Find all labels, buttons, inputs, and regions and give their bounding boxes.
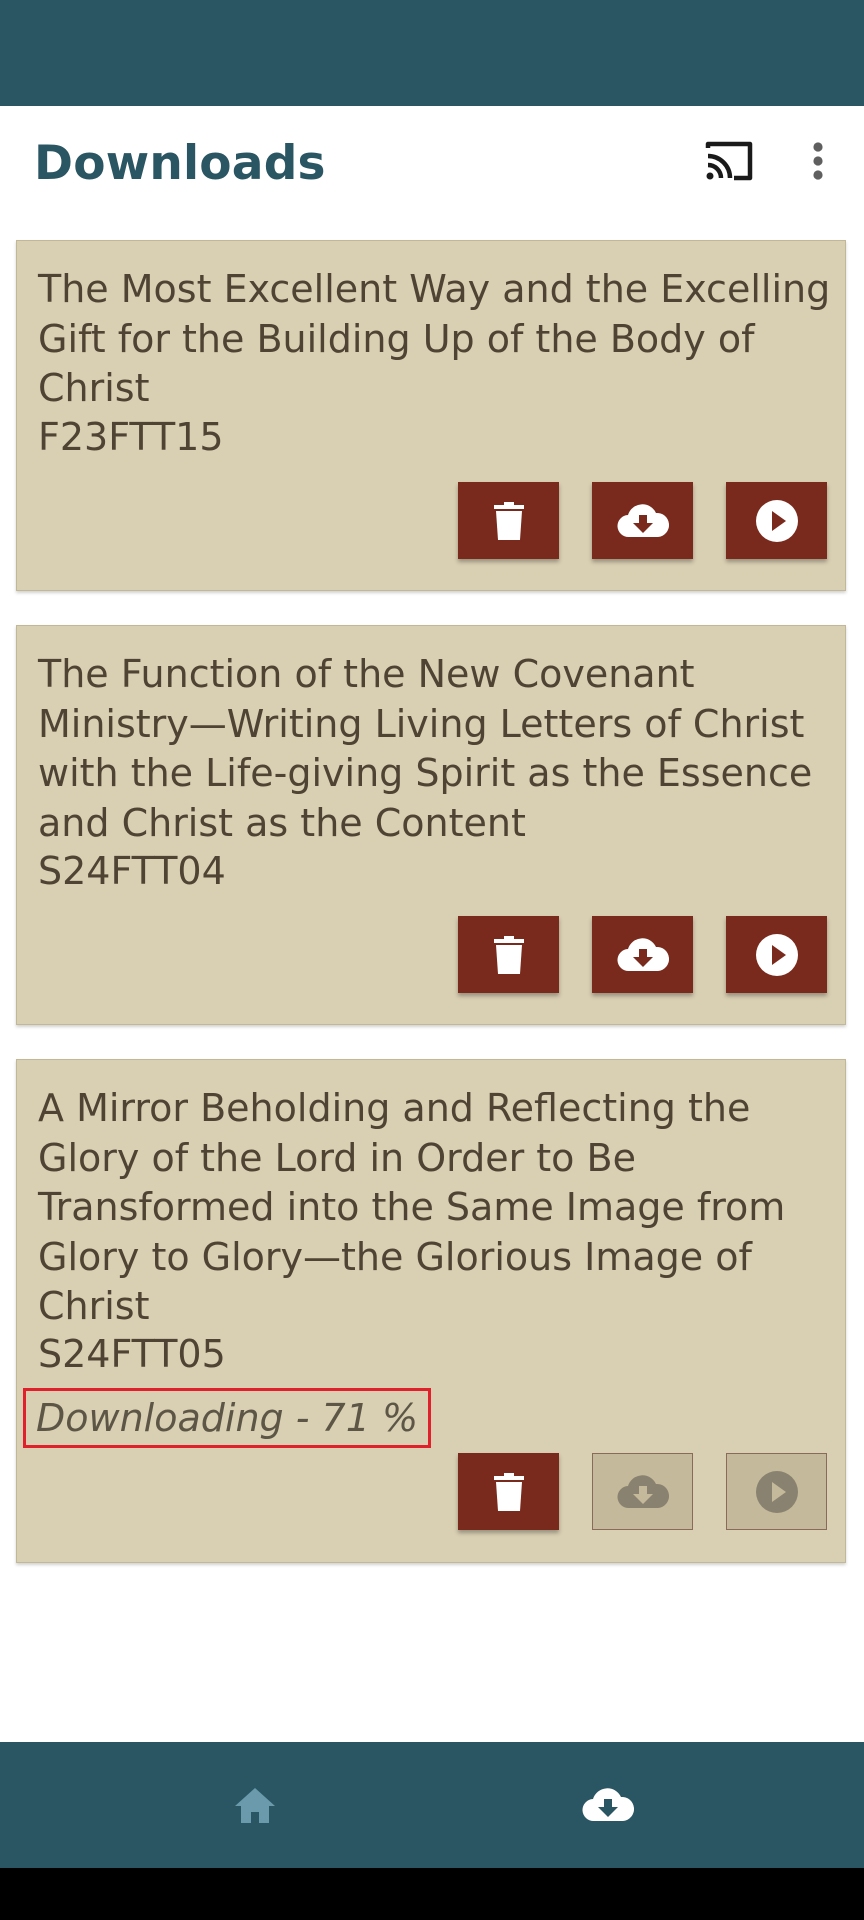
trash-icon	[493, 935, 524, 974]
play-icon	[755, 499, 798, 542]
play-button[interactable]	[726, 1453, 827, 1530]
system-navigation-bar	[0, 1868, 864, 1920]
card-title: A Mirror Beholding and Reflecting the Gl…	[38, 1086, 786, 1328]
card-code: F23FTT15	[38, 415, 224, 459]
download-status: Downloading - 71 %	[23, 1388, 432, 1448]
page-title: Downloads	[34, 136, 326, 191]
card-code: S24FTT04	[38, 849, 226, 893]
cloud-download-icon	[582, 1788, 634, 1822]
cloud-download-icon	[617, 1474, 669, 1508]
play-button[interactable]	[726, 482, 827, 559]
play-icon	[755, 1470, 798, 1513]
play-icon	[755, 933, 798, 976]
cloud-download-icon	[617, 937, 669, 971]
cloud-download-icon	[617, 503, 669, 537]
download-card: The Function of the New Covenant Ministr…	[16, 625, 846, 1025]
more-vert-icon	[813, 142, 823, 180]
home-icon	[235, 1788, 275, 1823]
nav-downloads[interactable]	[548, 1742, 668, 1868]
card-title: The Function of the New Covenant Ministr…	[38, 652, 813, 845]
app-bar: Downloads	[0, 106, 864, 224]
download-card: The Most Excellent Way and the Excelling…	[16, 240, 846, 591]
download-button[interactable]	[592, 482, 693, 559]
cast-button[interactable]	[698, 136, 760, 186]
play-button[interactable]	[726, 916, 827, 993]
more-options-button[interactable]	[800, 136, 836, 186]
download-button[interactable]	[592, 916, 693, 993]
status-bar	[0, 0, 864, 106]
card-title: The Most Excellent Way and the Excelling…	[38, 267, 831, 410]
trash-icon	[493, 1472, 524, 1511]
delete-button[interactable]	[458, 916, 559, 993]
download-button[interactable]	[592, 1453, 693, 1530]
nav-home[interactable]	[195, 1742, 315, 1868]
delete-button[interactable]	[458, 1453, 559, 1530]
cast-icon	[705, 141, 753, 181]
download-card: A Mirror Beholding and Reflecting the Gl…	[16, 1059, 846, 1563]
bottom-navigation	[0, 1742, 864, 1868]
card-code: S24FTT05	[38, 1332, 226, 1376]
trash-icon	[493, 501, 524, 540]
delete-button[interactable]	[458, 482, 559, 559]
